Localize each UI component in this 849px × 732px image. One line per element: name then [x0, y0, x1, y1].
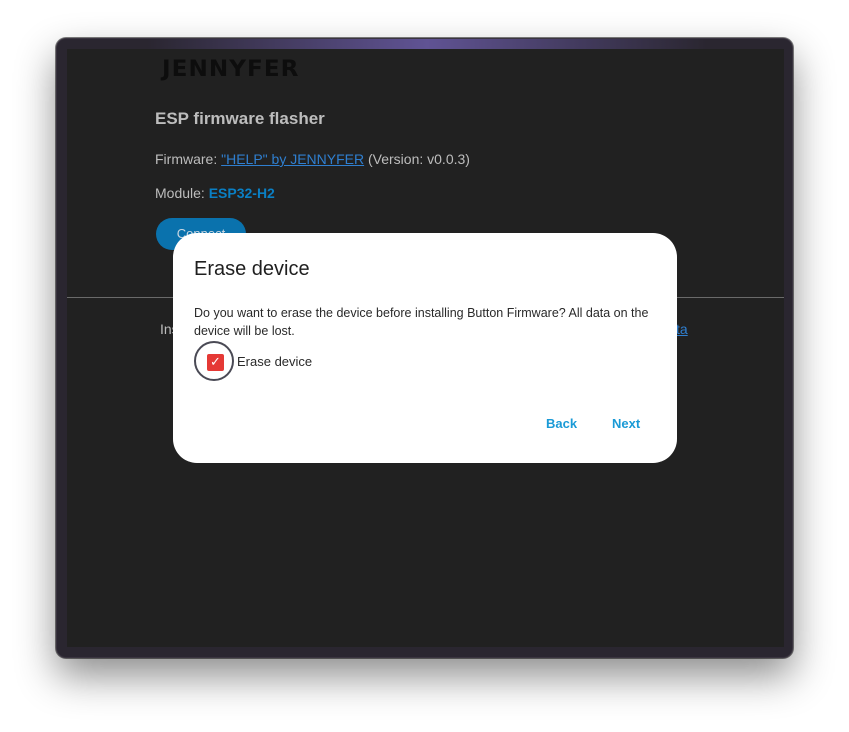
window-top-glow	[147, 39, 707, 49]
install-link[interactable]: ta	[676, 321, 688, 337]
firmware-label: Firmware:	[155, 151, 222, 167]
erase-device-label[interactable]: Erase device	[237, 354, 312, 369]
back-button[interactable]: Back	[546, 416, 577, 431]
page-title: ESP firmware flasher	[155, 109, 325, 128]
next-button[interactable]: Next	[612, 416, 640, 431]
erase-device-checkbox[interactable]: ✓	[207, 354, 224, 371]
erase-device-dialog: Erase device Do you want to erase the de…	[173, 233, 677, 463]
checkmark-icon: ✓	[210, 355, 221, 370]
firmware-version: (Version: v0.0.3)	[364, 151, 470, 167]
module-label: Module:	[155, 185, 209, 201]
module-line: Module: ESP32-H2	[155, 185, 275, 201]
firmware-line: Firmware: "HELP" by JENNYFER (Version: v…	[155, 151, 470, 167]
firmware-link[interactable]: "HELP" by JENNYFER	[221, 151, 364, 167]
module-value: ESP32-H2	[208, 185, 275, 201]
jennyfer-logo: JENNYFER	[162, 57, 300, 82]
dialog-message: Do you want to erase the device before i…	[194, 306, 649, 338]
dialog-title: Erase device	[194, 258, 310, 280]
